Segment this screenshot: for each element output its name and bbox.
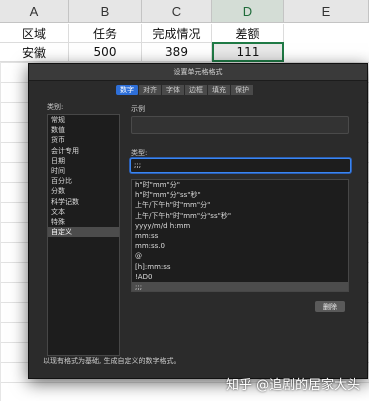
tab-font[interactable]: 字体: [162, 85, 185, 95]
column-header-d[interactable]: D: [212, 0, 284, 23]
category-item-currency[interactable]: 货币: [48, 135, 119, 145]
category-item-general[interactable]: 常规: [48, 115, 119, 125]
format-cells-dialog: 设置单元格格式 数字 对齐 字体 边框 填充 保护 类别: 常规 数值 货币 会…: [28, 63, 368, 379]
format-item[interactable]: mm:ss.0: [132, 241, 348, 251]
category-item-number[interactable]: 数值: [48, 125, 119, 135]
category-item-accounting[interactable]: 会计专用: [48, 146, 119, 156]
format-item[interactable]: 上午/下午h"时"mm"分"ss"秒": [132, 211, 348, 221]
format-item[interactable]: yyyy/m/d h:mm: [132, 221, 348, 231]
cell-a2[interactable]: 安徽: [0, 43, 69, 62]
watermark: 知乎 @追剧的居家大头: [226, 378, 361, 393]
type-input[interactable]: ;;;: [130, 158, 351, 173]
format-item[interactable]: !AD0: [132, 272, 348, 282]
sample-preview: [131, 116, 349, 134]
category-item-date[interactable]: 日期: [48, 156, 119, 166]
format-item[interactable]: @: [132, 251, 348, 261]
dialog-hint: 以现有格式为基础, 生成自定义的数字格式。: [43, 357, 181, 365]
tab-number[interactable]: 数字: [116, 85, 139, 95]
cell-c2[interactable]: 389: [142, 43, 212, 62]
category-item-scientific[interactable]: 科学记数: [48, 197, 119, 207]
cell-d1[interactable]: 差额: [212, 24, 284, 43]
cell-c1[interactable]: 完成情况: [142, 24, 212, 43]
category-label: 类别:: [47, 103, 64, 111]
column-header-e[interactable]: E: [284, 0, 369, 23]
category-item-special[interactable]: 特殊: [48, 217, 119, 227]
column-gridline: [0, 62, 1, 401]
format-item[interactable]: 上午/下午h"时"mm"分": [132, 200, 348, 210]
category-item-fraction[interactable]: 分数: [48, 186, 119, 196]
tab-alignment[interactable]: 对齐: [139, 85, 162, 95]
column-header-a[interactable]: A: [0, 0, 69, 23]
category-list[interactable]: 常规 数值 货币 会计专用 日期 时间 百分比 分数 科学记数 文本 特殊 自定…: [47, 114, 120, 356]
format-list[interactable]: h"时"mm"分" h"时"mm"分"ss"秒" 上午/下午h"时"mm"分" …: [131, 179, 349, 292]
format-item-selected[interactable]: ;;;: [132, 281, 348, 291]
format-item[interactable]: h"时"mm"分"ss"秒": [132, 190, 348, 200]
cell-b1[interactable]: 任务: [69, 24, 142, 43]
tab-border[interactable]: 边框: [185, 85, 208, 95]
tab-fill[interactable]: 填充: [208, 85, 231, 95]
cell-a1[interactable]: 区域: [0, 24, 69, 43]
dialog-title: 设置单元格格式: [29, 64, 367, 81]
tab-protection[interactable]: 保护: [231, 85, 254, 95]
cell-b2[interactable]: 500: [69, 43, 142, 62]
format-item[interactable]: mm:ss: [132, 231, 348, 241]
dialog-tabs: 数字 对齐 字体 边框 填充 保护: [116, 85, 254, 95]
type-label: 类型:: [131, 149, 148, 157]
column-header-b[interactable]: B: [69, 0, 142, 23]
category-item-time[interactable]: 时间: [48, 166, 119, 176]
category-item-percentage[interactable]: 百分比: [48, 176, 119, 186]
category-item-custom[interactable]: 自定义: [48, 227, 119, 238]
column-header-c[interactable]: C: [142, 0, 212, 23]
format-item[interactable]: h"时"mm"分": [132, 180, 348, 190]
category-item-text[interactable]: 文本: [48, 207, 119, 217]
cell-d2-selected[interactable]: 111: [212, 42, 284, 62]
sample-label: 示例: [131, 105, 145, 113]
format-item[interactable]: [h]:mm:ss: [132, 262, 348, 272]
delete-button[interactable]: 删除: [315, 301, 345, 312]
